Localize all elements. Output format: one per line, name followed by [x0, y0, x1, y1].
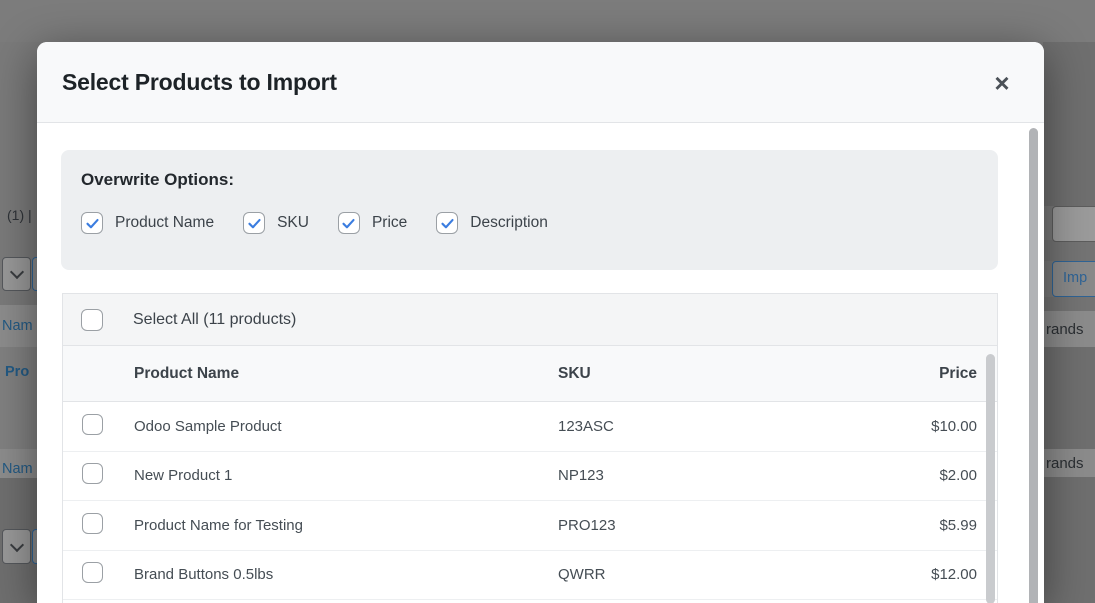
- row-checkbox[interactable]: [82, 512, 103, 534]
- row-checkbox[interactable]: [82, 413, 103, 435]
- bg-right-top-band: [1043, 42, 1095, 206]
- select-all-label: Select All (11 products): [133, 310, 297, 328]
- row-checkbox[interactable]: [82, 463, 103, 485]
- product-name-cell: Product Name for Testing: [134, 516, 303, 534]
- overwrite-option[interactable]: Product Name: [81, 212, 214, 234]
- column-header-price: Price: [939, 364, 977, 382]
- checkbox-icon[interactable]: [436, 212, 459, 234]
- price-cell: $12.00: [931, 566, 977, 584]
- overwrite-option-label: Product Name: [115, 214, 215, 231]
- overwrite-option-label: SKU: [277, 214, 309, 231]
- brands-column-header-2: rands: [1046, 455, 1084, 472]
- column-header-name-link-2: Nam: [2, 461, 33, 477]
- chevron-down-icon: [9, 537, 24, 552]
- table-row[interactable]: Product Name for Testing PRO123 $5.99: [63, 501, 997, 551]
- overwrite-option-label: Description: [470, 214, 548, 231]
- bg-left-rows-band: [0, 347, 37, 449]
- select-products-modal: Select Products to Import × Overwrite Op…: [37, 42, 1044, 603]
- sku-cell: PRO123: [558, 516, 616, 534]
- overwrite-options-row: Product Name SKU Price Description: [81, 212, 548, 234]
- products-table: Select All (11 products) Product Name SK…: [62, 293, 998, 603]
- sku-cell: QWRR: [558, 566, 606, 584]
- overwrite-options-panel: Overwrite Options: Product Name SKU Pric…: [61, 150, 998, 270]
- sku-cell: NP123: [558, 467, 604, 485]
- row-checkbox-cell: [63, 562, 134, 587]
- bg-right-gap-band-1: [1043, 240, 1095, 261]
- product-name-cell: New Product 1: [134, 467, 233, 485]
- table-row[interactable]: Odoo Sample Product 123ASC $10.00: [63, 402, 997, 452]
- overwrite-options-heading: Overwrite Options:: [81, 170, 235, 189]
- row-checkbox-cell: [63, 463, 134, 488]
- modal-scrollbar[interactable]: [1029, 128, 1038, 603]
- modal-header: Select Products to Import ×: [37, 42, 1044, 123]
- per-page-dropdown: [2, 257, 31, 291]
- overwrite-option[interactable]: Description: [436, 212, 548, 234]
- select-all-row[interactable]: Select All (11 products): [63, 294, 997, 346]
- bg-right-rows-band: [1043, 347, 1095, 449]
- product-name-cell: Odoo Sample Product: [134, 417, 282, 435]
- column-header-product-name: Product Name: [134, 364, 240, 382]
- table-row[interactable]: New Product 1 NP123 $2.00: [63, 451, 997, 501]
- brands-column-header: rands: [1046, 321, 1084, 338]
- chevron-down-icon: [9, 264, 24, 280]
- row-checkbox-cell: [63, 413, 134, 439]
- overwrite-option-label: Price: [371, 214, 408, 231]
- table-scrollbar[interactable]: [986, 354, 995, 603]
- checkbox-icon[interactable]: [337, 212, 360, 234]
- bg-right-bottom-band: [1043, 477, 1095, 603]
- per-page-dropdown-2: [2, 529, 31, 564]
- product-name-cell: Brand Buttons 0.5lbs: [134, 566, 274, 584]
- table-row[interactable]: Brand Buttons 0.5lbs QWRR $12.00: [63, 550, 997, 600]
- select-all-checkbox[interactable]: [81, 308, 103, 331]
- price-cell: $2.00: [939, 467, 977, 485]
- overwrite-option[interactable]: Price: [337, 212, 408, 234]
- sku-cell: 123ASC: [558, 417, 614, 435]
- price-cell: $10.00: [931, 417, 977, 435]
- modal-title: Select Products to Import: [62, 69, 337, 95]
- screen: (1) | Nam Pro Nam Imp rands rands Select…: [0, 0, 1095, 603]
- table-body: Odoo Sample Product 123ASC $10.00 New Pr…: [63, 402, 997, 600]
- column-header-sku: SKU: [558, 364, 591, 382]
- bg-right-gap-band-2: [1043, 297, 1095, 311]
- row-checkbox-cell: [63, 512, 134, 538]
- search-input: [1052, 206, 1095, 242]
- column-header-name-link: Nam: [2, 318, 33, 334]
- result-count-text: (1) |: [7, 207, 32, 223]
- backdrop-top-band: [0, 0, 1095, 42]
- product-link: Pro: [5, 364, 30, 380]
- checkbox-icon[interactable]: [81, 212, 103, 234]
- import-button: Imp: [1052, 261, 1095, 297]
- row-checkbox[interactable]: [82, 562, 103, 584]
- checkbox-icon[interactable]: [243, 212, 266, 234]
- price-cell: $5.99: [939, 516, 977, 534]
- table-header-row: Product Name SKU Price: [63, 346, 997, 402]
- close-icon[interactable]: ×: [988, 69, 1016, 97]
- overwrite-option[interactable]: SKU: [243, 212, 309, 234]
